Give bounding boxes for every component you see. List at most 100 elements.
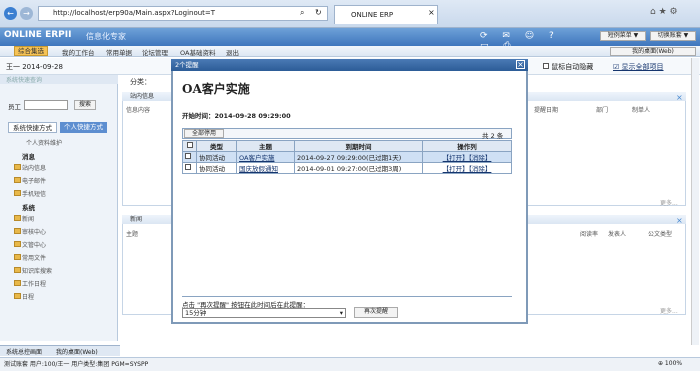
col-read-rate: 阅读率 (580, 231, 599, 238)
menu-item-forum[interactable]: 论坛管理 (142, 47, 168, 57)
record-count: 共 2 条 (482, 132, 504, 140)
search-icon[interactable]: ⌕ (300, 8, 304, 18)
forward-arrow-icon: → (23, 9, 30, 18)
checkbox[interactable] (185, 164, 191, 170)
col-publisher: 发表人 (608, 231, 627, 238)
col-content: 信息内容 (126, 107, 151, 114)
sidebar-item-knowledge[interactable]: 知识库搜索 (22, 266, 52, 275)
brand-subtitle: 信息化专家 (86, 32, 126, 41)
main-menu (0, 46, 700, 57)
tab-my-desktop[interactable]: 我的桌面(Web) (56, 347, 98, 356)
row-ops[interactable]: 【打开】【消除】 (422, 151, 512, 163)
station-more-link[interactable]: 更多... (660, 198, 678, 207)
switch-account-button[interactable]: 切换账套 ▼ (650, 31, 696, 41)
address-text: http://localhost/erp90a/Main.aspx?Logino… (53, 9, 216, 17)
row-type: 协同活动 (196, 151, 237, 163)
window-tools-icons[interactable]: ⌂ ★ ⚙ (650, 7, 678, 17)
col-remind-date: 提醒日期 (534, 107, 559, 114)
tab-title: ONLINE ERP (351, 11, 394, 19)
scrollbar[interactable] (691, 58, 699, 345)
col-maker: 制单人 (632, 107, 651, 114)
show-all-link[interactable]: ☑ 显示全部项目 (613, 62, 664, 72)
tab-system-shortcuts[interactable]: 系统快捷方式 (8, 122, 57, 133)
sidebar-item-sms[interactable]: 手机短信 (22, 189, 46, 198)
back-button[interactable]: ← (4, 7, 17, 20)
sidebar-item-common-files[interactable]: 常用文件 (22, 253, 46, 262)
ops-links[interactable]: 【打开】【消除】 (443, 165, 492, 173)
dialog-close-icon[interactable]: × (516, 60, 525, 69)
select-value: 15分钟 (185, 309, 207, 317)
menu-item-oa-basic[interactable]: OA基础资料 (180, 47, 215, 57)
row-type: 协同活动 (196, 162, 237, 174)
close-icon[interactable]: × (676, 216, 683, 225)
row-checkbox[interactable] (182, 162, 197, 174)
tab-close-icon[interactable]: × (428, 8, 435, 17)
brand-logo: ONLINE ERPII (4, 30, 72, 40)
folder-icon (14, 293, 21, 299)
subject-text[interactable]: 国庆放假通知 (239, 165, 278, 173)
folder-icon (14, 280, 21, 286)
header-tool-icons[interactable]: ⟳ ✉ ☺ ? ▭ ⎙ (480, 31, 580, 51)
start-time: 开始时间：2014-09-28 09:29:00 (182, 112, 291, 120)
col-subject: 主题 (126, 231, 139, 238)
header-checkbox[interactable] (182, 140, 197, 152)
menu-item-workbench[interactable]: 我的工作台 (62, 47, 95, 57)
menu-item-overview[interactable]: 综合集选 (14, 46, 48, 56)
auto-hide-label: 鼠标自动隐藏 (551, 63, 594, 71)
sidebar-item-schedule[interactable]: 日程 (22, 292, 34, 301)
subject-text[interactable]: OA客户实施 (239, 154, 274, 162)
table-row[interactable]: 协同活动 国庆放假通知 2014-09-01 09:27:00(已过期3周) 【打开】… (182, 162, 512, 174)
sidebar-item-station-msg[interactable]: 站内信息 (22, 163, 46, 172)
remind-interval-select[interactable]: 15分钟 ▾ (182, 308, 346, 318)
refresh-icon[interactable]: ↻ (315, 8, 322, 17)
remind-again-button[interactable]: 再次提醒 (354, 307, 398, 318)
disable-all-button[interactable]: 全部停用 (184, 129, 224, 138)
menu-item-documents[interactable]: 常用单据 (106, 47, 132, 57)
employee-input[interactable] (24, 100, 68, 110)
close-icon[interactable]: × (676, 93, 683, 102)
sidebar-item-news[interactable]: 新闻 (22, 214, 34, 223)
sidebar-item-email[interactable]: 电子邮件 (22, 176, 46, 185)
row-ops[interactable]: 【打开】【消除】 (422, 162, 512, 174)
forward-button[interactable]: → (20, 7, 33, 20)
th-due: 到期时间 (294, 140, 423, 152)
back-arrow-icon: ← (7, 9, 14, 18)
dialog-title-bar: 2个提醒 (171, 59, 528, 71)
news-more-link[interactable]: 更多... (660, 306, 678, 315)
list-toolbar (182, 128, 512, 139)
checkbox (543, 63, 549, 69)
dialog-heading: OA客户实施 (182, 82, 250, 96)
sidebar-item-docs[interactable]: 文管中心 (22, 240, 46, 249)
desktop-select[interactable]: 我的桌面(Web) (610, 47, 696, 56)
th-ops: 操作列 (422, 140, 512, 152)
folder-icon (14, 228, 21, 234)
auto-hide-checkbox[interactable]: 鼠标自动隐藏 (543, 62, 593, 72)
menu-item-logout[interactable]: 退出 (226, 47, 239, 57)
divider (182, 296, 512, 297)
dialog-title: 2个提醒 (175, 61, 199, 69)
browser-tab[interactable]: ONLINE ERP (334, 5, 438, 24)
status-text: 测试账套 用户:100/王一 用户类型:集团 PGM=SYSPP (4, 361, 149, 368)
sidebar-item-personal-info[interactable]: 个人资料维护 (26, 138, 62, 147)
category-label: 分类： (130, 78, 151, 86)
search-button[interactable]: 搜索 (74, 100, 96, 110)
row-subject-link[interactable]: OA客户实施 (236, 151, 295, 163)
reminder-table: 类型 主题 到期时间 操作列 协同活动 OA客户实施 2014-09-27 09:29:0… (182, 140, 512, 174)
th-subject: 主题 (236, 140, 295, 152)
row-checkbox[interactable] (182, 151, 197, 163)
sidebar-item-audit[interactable]: 审核中心 (22, 227, 46, 236)
table-row[interactable]: 协同活动 OA客户实施 2014-09-27 09:29:00(已过期1天) 【打开】… (182, 151, 512, 163)
folder-icon (14, 164, 21, 170)
tab-personal-shortcuts[interactable]: 个人快捷方式 (60, 122, 107, 133)
checkbox[interactable] (186, 142, 193, 148)
row-subject-link[interactable]: 国庆放假通知 (236, 162, 295, 174)
sidebar-item-work-log[interactable]: 工作日程 (22, 279, 46, 288)
folder-icon (14, 267, 21, 273)
row-due: 2014-09-27 09:29:00(已过期1天) (294, 151, 423, 163)
zoom-level[interactable]: ⊕ 100% (658, 360, 682, 367)
address-bar[interactable]: http://localhost/erp90a/Main.aspx?Logino… (38, 6, 328, 21)
shortcut-menu-button[interactable]: 短例菜单 ▼ (600, 31, 646, 41)
checkbox[interactable] (185, 153, 191, 159)
tab-system-control[interactable]: 系统总控画面 (6, 347, 42, 356)
ops-links[interactable]: 【打开】【消除】 (443, 154, 492, 162)
